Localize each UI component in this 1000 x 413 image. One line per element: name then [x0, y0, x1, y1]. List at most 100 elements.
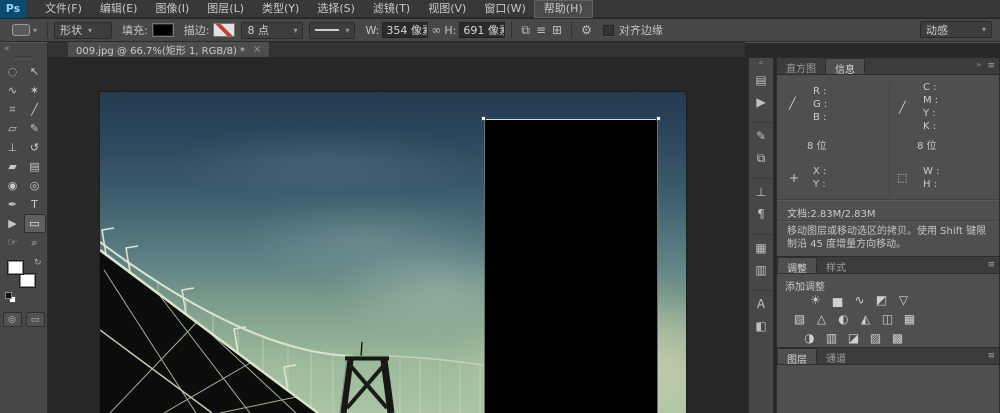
fill-swatch[interactable]: [152, 23, 174, 37]
levels-icon[interactable]: ▅: [829, 292, 846, 307]
transform-handle-top-right[interactable]: [656, 116, 661, 121]
path-selection-tool-icon[interactable]: ▶: [2, 214, 24, 233]
color-balance-icon[interactable]: △: [813, 311, 830, 326]
chevron-down-icon: ▾: [33, 26, 37, 35]
dodge-tool-icon[interactable]: ◎: [24, 176, 46, 195]
menu-type[interactable]: 类型(Y): [253, 1, 308, 17]
clone-source-panel-icon[interactable]: ⧉: [750, 148, 772, 168]
panel-menu-icon[interactable]: ≡: [987, 351, 995, 361]
menu-view[interactable]: 视图(V): [419, 1, 475, 17]
tab-styles[interactable]: 样式: [817, 257, 855, 273]
brush-panel-icon[interactable]: ✎: [750, 122, 772, 146]
selective-color-icon[interactable]: ▩: [889, 330, 906, 345]
canvas[interactable]: [100, 92, 686, 413]
menu-filter[interactable]: 滤镜(T): [364, 1, 419, 17]
brightness-contrast-icon[interactable]: ☀: [807, 292, 824, 307]
gear-icon[interactable]: ⚙: [578, 23, 595, 37]
path-arrangement-icon[interactable]: ⊞: [549, 23, 565, 37]
blur-tool-icon[interactable]: ◉: [2, 176, 24, 195]
collapse-panel-icon[interactable]: «: [0, 43, 47, 55]
tab-info[interactable]: 信息: [825, 58, 865, 74]
workspace-switcher[interactable]: 动感 ▾: [920, 21, 992, 38]
invert-icon[interactable]: ◑: [801, 330, 818, 345]
history-panel-icon[interactable]: ▤: [750, 70, 772, 90]
zoom-tool-icon[interactable]: ⌕: [24, 233, 46, 252]
align-edges-checkbox[interactable]: [603, 25, 614, 36]
eyedropper-tool-icon[interactable]: ╱: [24, 100, 46, 119]
shape-height-field[interactable]: 691 像素: [459, 22, 505, 38]
tab-channels[interactable]: 通道: [817, 348, 855, 364]
menu-select[interactable]: 选择(S): [308, 1, 364, 17]
timeline-panel-icon[interactable]: ▦: [750, 234, 772, 258]
stroke-type-select[interactable]: ▾: [309, 22, 355, 39]
tab-histogram[interactable]: 直方图: [777, 58, 825, 74]
path-alignment-icon[interactable]: ≡: [533, 23, 549, 37]
healing-brush-tool-icon[interactable]: ▱: [2, 119, 24, 138]
document-tab[interactable]: 009.jpg @ 66.7%(矩形 1, RGB/8) * ×: [68, 42, 270, 57]
menu-bar: Ps 文件(F)编辑(E)图像(I)图层(L)类型(Y)选择(S)滤镜(T)视图…: [0, 0, 1000, 18]
panel-menu-icon[interactable]: ≡: [987, 260, 995, 270]
close-icon[interactable]: ×: [253, 44, 261, 55]
expand-dock-icon[interactable]: «: [749, 58, 773, 68]
tab-adjustments[interactable]: 调整: [777, 257, 817, 273]
color-lookup-icon[interactable]: ▦: [901, 311, 918, 326]
menu-file[interactable]: 文件(F): [36, 1, 91, 17]
menu-help[interactable]: 帮助(H): [535, 1, 592, 17]
menu-edit[interactable]: 编辑(E): [91, 1, 147, 17]
threshold-icon[interactable]: ◪: [845, 330, 862, 345]
menu-image[interactable]: 图像(I): [146, 1, 198, 17]
type-tool-icon[interactable]: T: [24, 195, 46, 214]
shape-width-field[interactable]: 354 像素: [382, 22, 428, 38]
channel-label: G :: [813, 98, 827, 111]
history-brush-tool-icon[interactable]: ↺: [24, 138, 46, 157]
exposure-icon[interactable]: ◩: [873, 292, 890, 307]
menu-layer[interactable]: 图层(L): [198, 1, 253, 17]
character-panel-icon[interactable]: ⊥: [750, 178, 772, 202]
stroke-width-select[interactable]: 8 点 ▾: [241, 22, 303, 39]
swap-colors-icon[interactable]: ↻: [34, 258, 42, 268]
panel-menu-icon[interactable]: ≡: [987, 61, 995, 71]
vibrance-icon[interactable]: ▽: [895, 292, 912, 307]
tool-preset-picker[interactable]: ▾: [8, 23, 41, 37]
collapse-dock-icon[interactable]: »: [976, 60, 981, 69]
screen-mode-button[interactable]: ▭: [26, 312, 45, 327]
magic-wand-tool-icon[interactable]: ✶: [24, 81, 46, 100]
transform-handle-top-left[interactable]: [481, 116, 486, 121]
pen-tool-icon[interactable]: ✒: [2, 195, 24, 214]
notes-panel-icon[interactable]: ▥: [750, 260, 772, 280]
black-white-icon[interactable]: ◐: [835, 311, 852, 326]
stroke-swatch[interactable]: [213, 23, 235, 37]
curves-icon[interactable]: ∿: [851, 292, 868, 307]
eraser-tool-icon[interactable]: ▰: [2, 157, 24, 176]
rectangle-shape-layer[interactable]: [484, 119, 658, 413]
tool-mode-select[interactable]: 形状 ▾: [54, 22, 112, 39]
brush-tool-icon[interactable]: ✎: [24, 119, 46, 138]
link-dimensions-icon[interactable]: ∞: [428, 23, 444, 37]
path-operations-icon[interactable]: ⧉: [518, 23, 533, 38]
gradient-tool-icon[interactable]: ▤: [24, 157, 46, 176]
move-tool-icon[interactable]: ↖: [24, 62, 46, 81]
glyphs-panel-icon[interactable]: A: [750, 290, 772, 314]
clone-stamp-tool-icon[interactable]: ⊥: [2, 138, 24, 157]
paragraph-panel-icon[interactable]: ¶: [750, 204, 772, 224]
background-color-swatch[interactable]: [19, 273, 36, 288]
rectangle-tool-icon[interactable]: ▭: [24, 214, 46, 233]
elliptical-marquee-tool-icon[interactable]: ◌: [2, 62, 24, 81]
properties-panel-icon[interactable]: ◧: [750, 316, 772, 336]
default-colors-icon[interactable]: [5, 292, 17, 304]
hue-saturation-icon[interactable]: ▧: [791, 311, 808, 326]
photo-filter-icon[interactable]: ◭: [857, 311, 874, 326]
crop-tool-icon[interactable]: ⌗: [2, 100, 24, 119]
posterize-icon[interactable]: ▥: [823, 330, 840, 345]
tab-layers[interactable]: 图层: [777, 348, 817, 364]
actions-panel-icon[interactable]: ▶: [750, 92, 772, 112]
foreground-color-swatch[interactable]: [7, 260, 24, 275]
lasso-tool-icon[interactable]: ∿: [2, 81, 24, 100]
divider: [777, 199, 999, 200]
hand-tool-icon[interactable]: ☞: [2, 233, 24, 252]
gradient-map-icon[interactable]: ▨: [867, 330, 884, 345]
channel-mixer-icon[interactable]: ◫: [879, 311, 896, 326]
quick-mask-button[interactable]: ◎: [3, 312, 22, 327]
chevron-down-icon: ▾: [345, 26, 349, 35]
menu-window[interactable]: 窗口(W): [475, 1, 534, 17]
